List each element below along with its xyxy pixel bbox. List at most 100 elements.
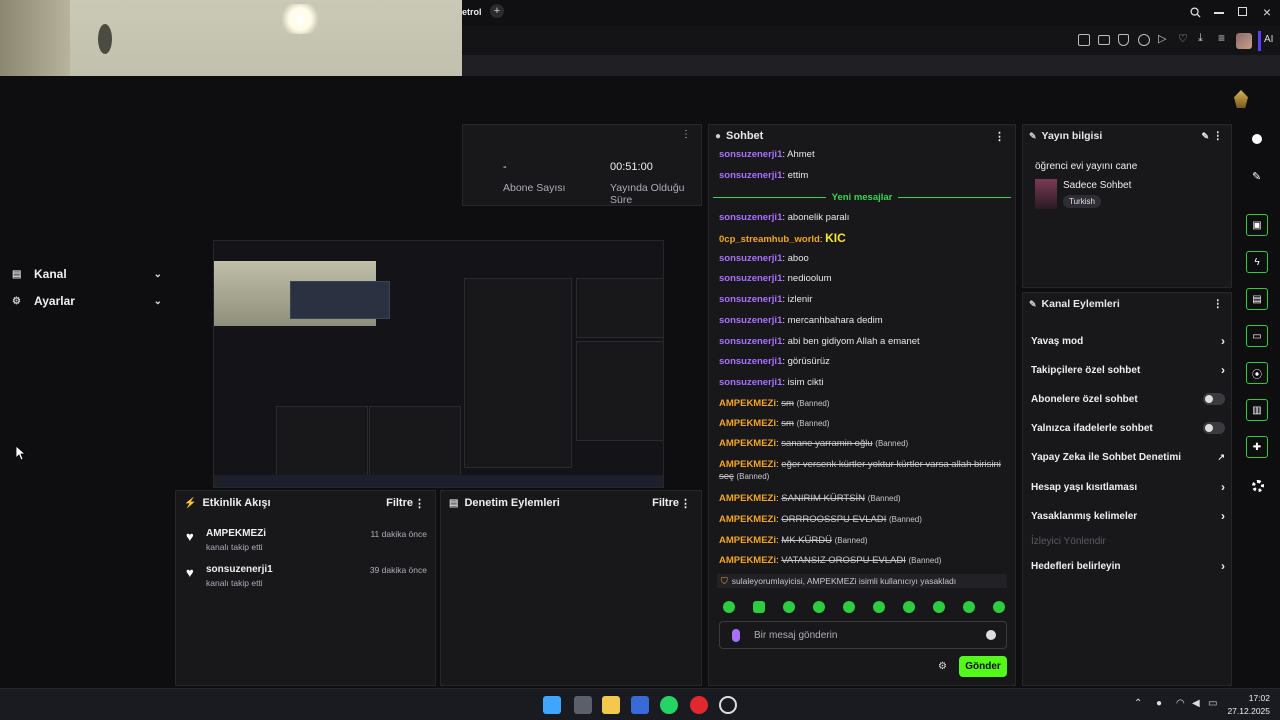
send-button[interactable]: Gönder [959,656,1007,677]
sidebar-item-ayarlar[interactable]: ⚙ Ayarlar ⌄ [12,291,162,311]
emote-icon[interactable] [873,601,885,613]
chat-username[interactable]: AMPEKMEZi [719,535,776,546]
action-account-age[interactable]: Hesap yaşı kısıtlaması › [1031,478,1225,496]
activity-filter-button[interactable]: Filtre [386,497,413,509]
emoji-icon[interactable] [986,630,996,640]
action-followers-only[interactable]: Takipçilere özel sohbet › [1031,361,1225,379]
rail-button-bolt[interactable]: ϟ [1246,251,1268,273]
new-tab-button[interactable]: + [490,4,504,18]
store-icon[interactable] [631,696,649,714]
subscribers-only-toggle[interactable] [1203,393,1225,405]
volume-icon[interactable]: ◀ [1192,698,1200,709]
clock-time[interactable]: 17:02 [1228,693,1270,703]
chat-username[interactable]: sonsuzenerji1 [719,377,782,388]
task-view-icon[interactable] [574,696,592,714]
ai-button[interactable]: AI [1264,34,1273,45]
more-options-icon[interactable]: ⋮ [1213,298,1224,310]
microphone-tray-icon[interactable]: ● [1156,698,1162,709]
camera-icon[interactable] [1098,35,1110,45]
file-explorer-icon[interactable] [602,696,620,714]
chat-username[interactable]: sonsuzenerji1 [719,212,782,223]
category-name[interactable]: Sadece Sohbet [1063,180,1131,191]
emote-icon[interactable] [843,601,855,613]
chat-input-placeholder[interactable]: Bir mesaj gönderin [754,630,837,641]
dots-icon[interactable] [1252,480,1264,492]
wifi-icon[interactable]: ◠ [1176,698,1185,709]
chat-message: 0cp_streamhub_world: KIC [719,231,846,245]
chat-username[interactable]: sonsuzenerji1 [719,253,782,264]
tray-chevron-up-icon[interactable]: ⌃ [1134,698,1142,709]
chat-username[interactable]: AMPEKMEZi [719,459,776,470]
chat-username[interactable]: AMPEKMEZi [719,438,776,449]
microphone-icon[interactable] [732,629,740,642]
start-icon[interactable] [543,696,561,714]
chat-username[interactable]: 0cp_streamhub_world [719,234,820,245]
download-icon[interactable]: ⤓ [1198,32,1203,45]
chat-username[interactable]: AMPEKMEZi [719,493,776,504]
chat-username[interactable]: AMPEKMEZi [719,418,776,429]
user-avatar-icon[interactable] [1234,90,1248,108]
play-icon[interactable]: ▷ [1158,32,1166,45]
action-ai-moderation[interactable]: Yapay Zeka ile Sohbet Denetimi ↗ [1031,448,1225,466]
rail-button-screen[interactable]: ▣ [1246,214,1268,236]
edit-pencil-icon[interactable]: ✎ [1201,131,1209,142]
sidebar-item-kanal[interactable]: ▤ Kanal ⌄ [12,264,162,284]
settings-gear-icon[interactable] [719,696,737,714]
close-icon[interactable]: × [1260,4,1274,20]
rail-button-broadcast[interactable]: ⦿ [1246,362,1268,384]
clock-date[interactable]: 27.12.2025 [1222,706,1270,716]
chat-username[interactable]: sonsuzenerji1 [719,336,782,347]
info-icon[interactable] [1252,134,1262,144]
emote-icon[interactable] [753,601,765,613]
activity-feed-panel: ⚡ Etkinlik Akışı Filtre ⋮ ♥ AMPEKMEZi ka… [175,490,436,686]
pencil-icon[interactable]: ✎ [1252,170,1261,183]
heart-icon: ♥ [186,565,194,580]
rail-button-document[interactable]: ▤ [1246,288,1268,310]
chat-username[interactable]: AMPEKMEZi [719,398,776,409]
menu-icon[interactable]: ≡ [1218,31,1225,45]
emote-icon[interactable] [903,601,915,613]
emote-icon[interactable] [783,601,795,613]
emote-icon[interactable] [723,601,735,613]
emote-icon[interactable] [933,601,945,613]
chat-username[interactable]: sonsuzenerji1 [719,294,782,305]
chat-input-box[interactable]: Bir mesaj gönderin [719,621,1007,649]
chat-username[interactable]: AMPEKMEZi [719,555,776,566]
more-options-icon[interactable]: ⋮ [414,497,425,510]
more-options-icon[interactable]: ⋮ [680,497,691,510]
emote-only-toggle[interactable] [1203,422,1225,434]
shield-icon[interactable] [1118,34,1129,46]
chat-username[interactable]: sonsuzenerji1 [719,315,782,326]
action-banned-words[interactable]: Yasaklanmış kelimeler › [1031,507,1225,525]
chat-message-banned: AMPEKMEZi: MK KÜRDÜ (Banned) [719,535,868,546]
extension-icon[interactable] [1138,34,1150,46]
emote-icon[interactable] [993,601,1005,613]
moderation-filter-button[interactable]: Filtre [652,497,679,509]
profile-avatar[interactable] [1236,33,1252,49]
chat-settings-gear-icon[interactable]: ⚙ [938,661,947,672]
rail-button-layout[interactable]: ▥ [1246,399,1268,421]
chat-username[interactable]: sonsuzenerji1 [719,273,782,284]
minimize-icon[interactable] [1214,12,1224,14]
search-icon[interactable] [1188,5,1202,19]
chat-username[interactable]: sonsuzenerji1 [719,149,782,160]
action-slow-mode[interactable]: Yavaş mod › [1031,332,1225,350]
emote-icon[interactable] [963,601,975,613]
whatsapp-icon[interactable] [660,696,678,714]
chat-username[interactable]: sonsuzenerji1 [719,356,782,367]
maximize-icon[interactable] [1238,7,1247,16]
more-options-icon[interactable]: ⋮ [681,129,691,140]
rail-button-wrench[interactable]: ✚ [1246,436,1268,458]
heart-icon[interactable]: ♡ [1178,32,1188,45]
action-set-goals[interactable]: Hedefleri belirleyin › [1031,557,1225,575]
chat-username[interactable]: AMPEKMEZi [719,514,776,525]
opera-icon[interactable] [690,696,708,714]
chat-username[interactable]: sonsuzenerji1 [719,170,782,181]
emote-icon[interactable] [813,601,825,613]
more-options-icon[interactable]: ⋮ [1213,130,1224,142]
edit-icon[interactable] [1078,34,1090,46]
browser-tab-title[interactable]: etrol [462,7,482,17]
stream-preview[interactable] [213,240,664,488]
rail-button-chat[interactable]: ▭ [1246,325,1268,347]
battery-icon[interactable]: ▭ [1208,698,1217,709]
